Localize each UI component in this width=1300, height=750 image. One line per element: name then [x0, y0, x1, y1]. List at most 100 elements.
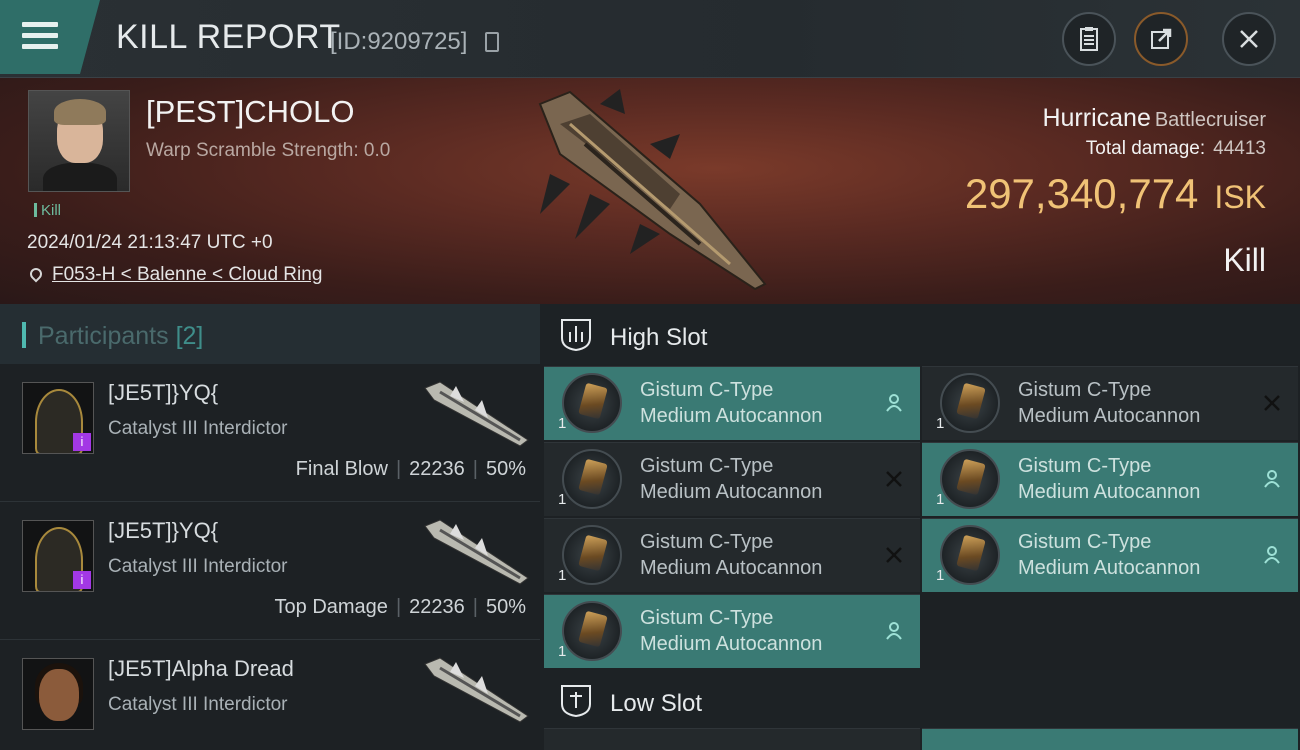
participant-damage: 22236 — [409, 458, 465, 480]
clipboard-button[interactable] — [1062, 12, 1116, 66]
module-item[interactable]: 1 Gistum C-Type Medium Autocannon — [922, 442, 1298, 516]
module-name: Gistum C-Type — [1018, 531, 1152, 553]
info-badge-icon[interactable]: i — [73, 571, 91, 589]
kill-location[interactable]: F053-H < Balenne < Cloud Ring — [27, 264, 322, 286]
participant-name: [JE5T]}YQ{ — [108, 518, 219, 543]
participant-role: Final Blow — [295, 458, 388, 480]
share-icon — [1151, 28, 1172, 49]
participant-row[interactable]: i [JE5T]}YQ{ Catalyst III Interdictor To… — [0, 504, 540, 640]
autocannon-icon — [940, 525, 1000, 585]
kill-report-screen: KILL REPORT [ID:9209725] [PEST]CHOLO War… — [0, 0, 1300, 750]
header-bar: KILL REPORT [ID:9209725] — [0, 0, 1300, 78]
result-label: Kill — [1223, 242, 1266, 278]
high-slot-header: High Slot — [540, 304, 1300, 364]
kill-datetime: 2024/01/24 21:13:47 UTC +0 — [27, 232, 273, 253]
participant-damage: 22236 — [409, 596, 465, 618]
module-qty: 1 — [558, 491, 567, 508]
victim-ship[interactable]: Hurricane Battlecruiser — [1042, 104, 1266, 133]
participant-avatar[interactable] — [22, 658, 94, 730]
participants-panel: Participants [2] i [JE5T]}YQ{ Catalyst I… — [0, 304, 540, 750]
destroyed-x-icon — [886, 471, 902, 487]
low-slot-header: Low Slot — [540, 670, 1300, 730]
participant-percent: 50% — [485, 458, 526, 480]
autocannon-icon — [562, 373, 622, 433]
victim-banner: [PEST]CHOLO Warp Scramble Strength: 0.0 … — [0, 78, 1300, 304]
kill-tag: Kill — [34, 202, 61, 219]
low-slot-label: Low Slot — [610, 690, 703, 717]
destroyed-x-icon — [886, 547, 902, 563]
participant-ship: Catalyst III Interdictor — [108, 556, 288, 577]
damage-value: 44413 — [1213, 138, 1266, 159]
fitting-panel: High Slot 1 Gistum C-Type Medium Autocann… — [540, 304, 1300, 750]
module-item[interactable]: 1 Gistum C-Type Medium Autocannon — [922, 518, 1298, 592]
module-name: Gistum C-Type — [1018, 379, 1152, 401]
info-badge-icon[interactable]: i — [73, 433, 91, 451]
participants-count: [2] — [175, 322, 204, 350]
dropped-person-icon — [1264, 546, 1280, 564]
participants-header: Participants [2] — [0, 304, 540, 364]
autocannon-icon — [562, 525, 622, 585]
module-name: Gistum C-Type — [1018, 455, 1152, 477]
participant-name: [JE5T]Alpha Dread — [108, 656, 294, 681]
module-item[interactable] — [544, 728, 920, 750]
close-icon — [1240, 30, 1258, 48]
ship-name: Hurricane — [1042, 104, 1151, 132]
total-damage: Total damage: 44413 — [1086, 138, 1266, 160]
location-link[interactable]: F053-H < Balenne < Cloud Ring — [52, 264, 322, 285]
participant-role: Top Damage — [274, 596, 388, 618]
module-item[interactable]: 1 Gistum C-Type Medium Autocannon — [544, 594, 920, 668]
participant-row[interactable]: [JE5T]Alpha Dread Catalyst III Interdict… — [0, 642, 540, 750]
copy-id-icon[interactable] — [485, 32, 499, 52]
participant-stats: Top Damage | 22236 | 50% — [274, 596, 526, 618]
high-slot-icon — [561, 319, 591, 352]
autocannon-icon — [562, 449, 622, 509]
module-item[interactable]: 1 Gistum C-Type Medium Autocannon — [544, 518, 920, 592]
participant-ship: Catalyst III Interdictor — [108, 418, 288, 439]
low-slot-icon — [561, 685, 591, 718]
participant-percent: 50% — [485, 596, 526, 618]
damage-label: Total damage: — [1085, 138, 1206, 159]
participant-ship-image — [424, 657, 529, 723]
dropped-person-icon — [886, 622, 902, 640]
module-qty: 1 — [936, 491, 945, 508]
participant-ship-image — [424, 519, 529, 585]
dropped-person-icon — [886, 394, 902, 412]
menu-button[interactable] — [0, 0, 100, 74]
participants-label: Participants — [38, 322, 169, 350]
participant-avatar[interactable]: i — [22, 382, 94, 454]
participant-avatar[interactable]: i — [22, 520, 94, 592]
module-qty: 1 — [558, 415, 567, 432]
module-type: Medium Autocannon — [640, 405, 823, 427]
autocannon-icon — [562, 601, 622, 661]
module-item[interactable] — [922, 728, 1298, 750]
module-type: Medium Autocannon — [1018, 481, 1201, 503]
participant-ship-image — [424, 381, 529, 447]
module-item[interactable]: 1 Gistum C-Type Medium Autocannon — [544, 442, 920, 516]
module-qty: 1 — [936, 415, 945, 432]
close-button[interactable] — [1222, 12, 1276, 66]
high-slot-label: High Slot — [610, 324, 708, 351]
clipboard-icon — [1080, 27, 1098, 51]
dropped-person-icon — [1264, 470, 1280, 488]
ship-class: Battlecruiser — [1154, 109, 1266, 131]
victim-ship-image — [538, 89, 767, 291]
module-type: Medium Autocannon — [640, 557, 823, 579]
autocannon-icon — [940, 373, 1000, 433]
module-item[interactable]: 1 Gistum C-Type Medium Autocannon — [544, 366, 920, 440]
participant-stats: Final Blow | 22236 | 50% — [295, 458, 526, 480]
location-pin-icon — [27, 265, 45, 283]
module-name: Gistum C-Type — [640, 607, 774, 629]
module-qty: 1 — [558, 643, 567, 660]
victim-pilot-name[interactable]: [PEST]CHOLO — [146, 94, 354, 130]
module-item[interactable]: 1 Gistum C-Type Medium Autocannon — [922, 366, 1298, 440]
victim-avatar[interactable] — [28, 90, 130, 192]
isk-value: 297,340,774 ISK — [965, 170, 1266, 218]
isk-amount: 297,340,774 — [964, 170, 1199, 217]
report-id: [ID:9209725] — [330, 28, 468, 55]
module-type: Medium Autocannon — [1018, 557, 1201, 579]
share-button[interactable] — [1134, 12, 1188, 66]
participant-row[interactable]: i [JE5T]}YQ{ Catalyst III Interdictor Fi… — [0, 366, 540, 502]
autocannon-icon — [940, 449, 1000, 509]
participant-name: [JE5T]}YQ{ — [108, 380, 219, 405]
isk-unit: ISK — [1214, 179, 1266, 215]
